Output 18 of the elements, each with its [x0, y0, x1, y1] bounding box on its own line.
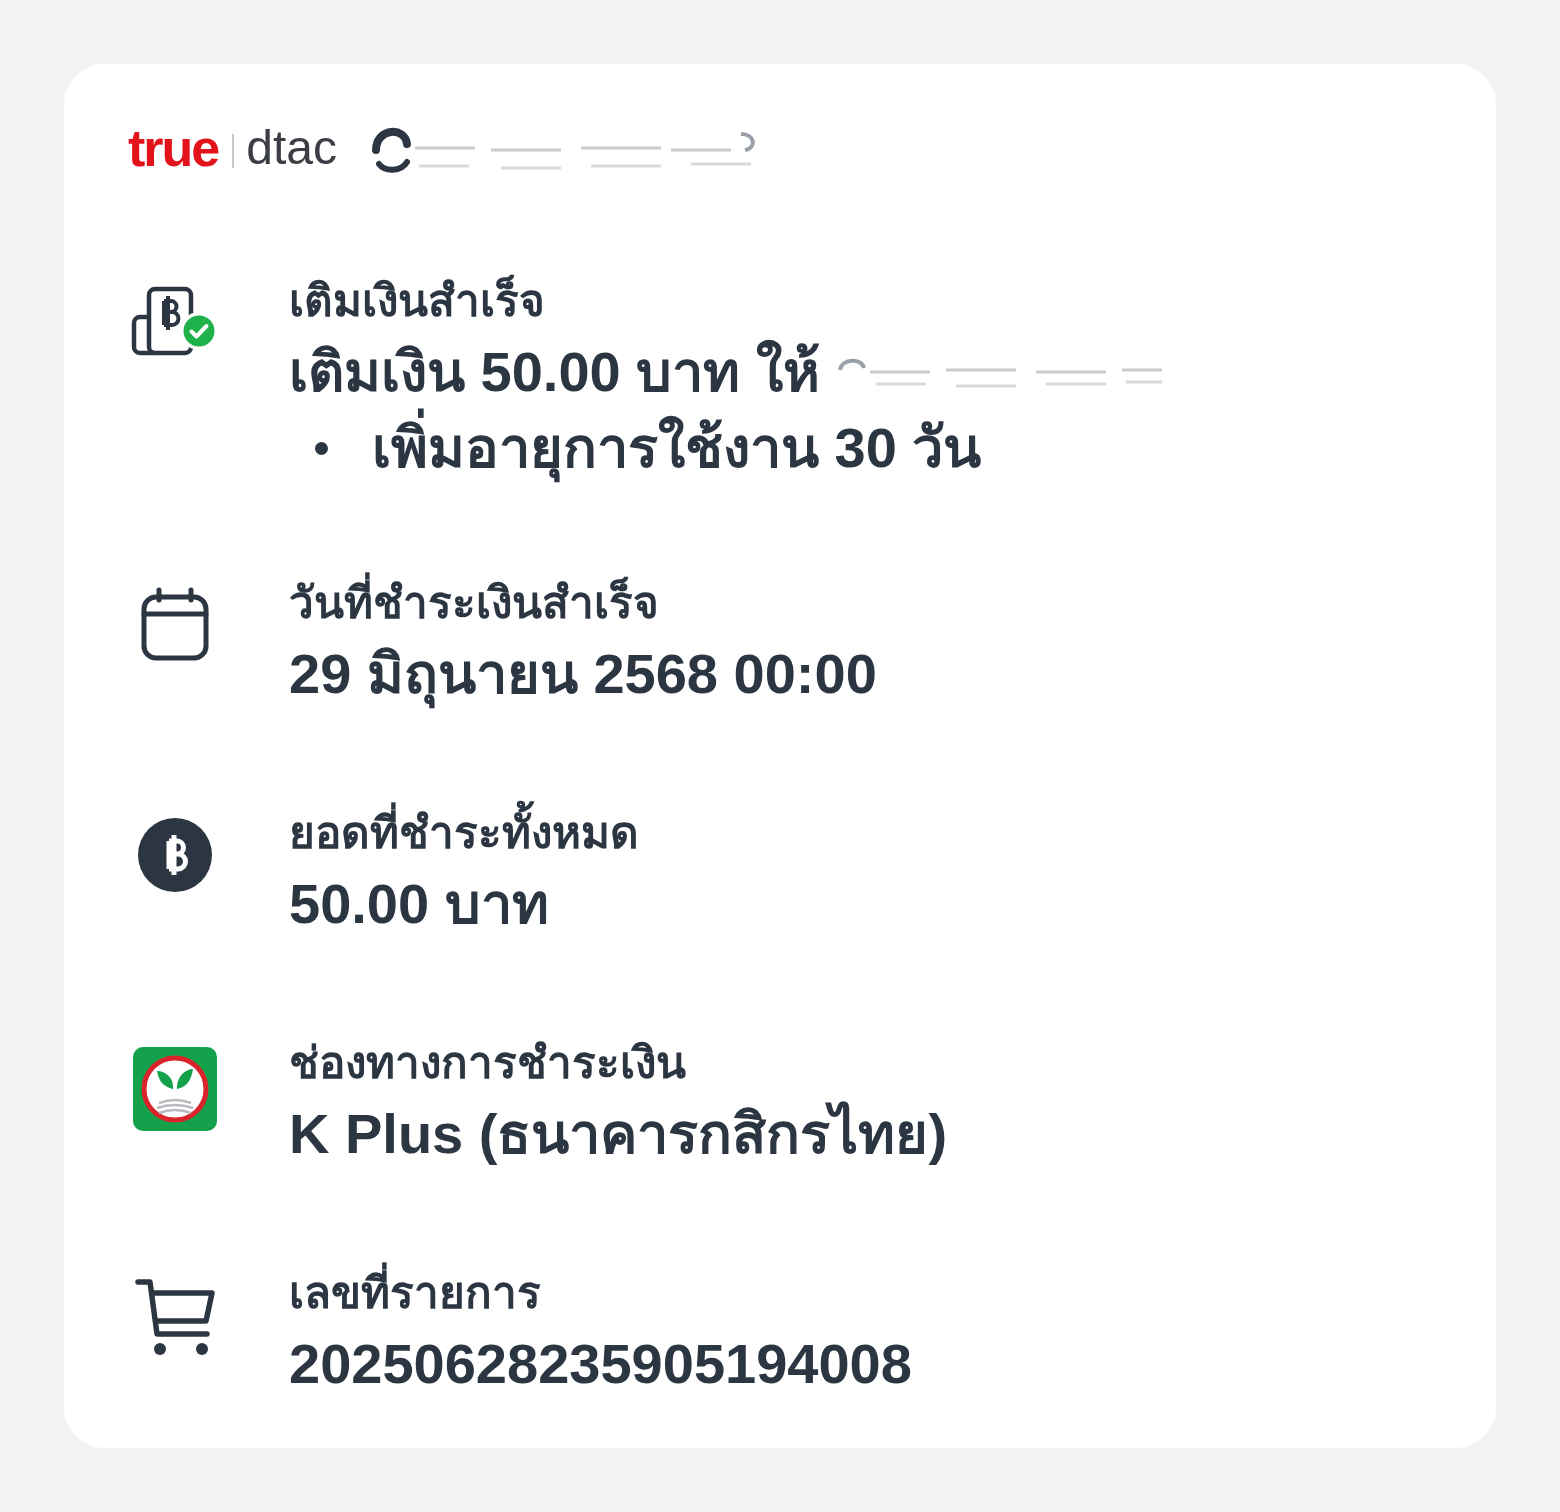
- calendar-icon: [141, 587, 209, 661]
- detail-label: ยอดที่ชำระทั้งหมด: [289, 800, 639, 866]
- detail-value: 29 มิถุนายน 2568 00:00: [289, 636, 877, 712]
- logo-subtext: dtac: [246, 120, 337, 176]
- bullet-icon: [315, 441, 328, 455]
- detail-value: K Plus (ธนาคารกสิกรไทย): [289, 1100, 948, 1167]
- detail-label: เติมเงินสำเร็จ: [289, 273, 545, 327]
- bullet-text: เพิ่มอายุการใช้งาน 30 วัน: [372, 410, 982, 486]
- detail-value: เติมเงิน 50.00 บาท ให้: [289, 338, 820, 405]
- logo-text: true: [128, 118, 219, 178]
- bank-app-icon: [133, 1047, 217, 1131]
- detail-label: เลขที่รายการ: [289, 1260, 541, 1326]
- detail-value: 20250628235905194008: [289, 1331, 912, 1397]
- baht-coin-icon: [137, 817, 213, 893]
- detail-label: วันที่ชำระเงินสำเร็จ: [289, 570, 659, 636]
- detail-label: ช่องทางการชำระเงิน: [289, 1037, 686, 1089]
- cart-icon: [135, 1277, 215, 1357]
- detail-value: 50.00 บาท: [289, 871, 549, 937]
